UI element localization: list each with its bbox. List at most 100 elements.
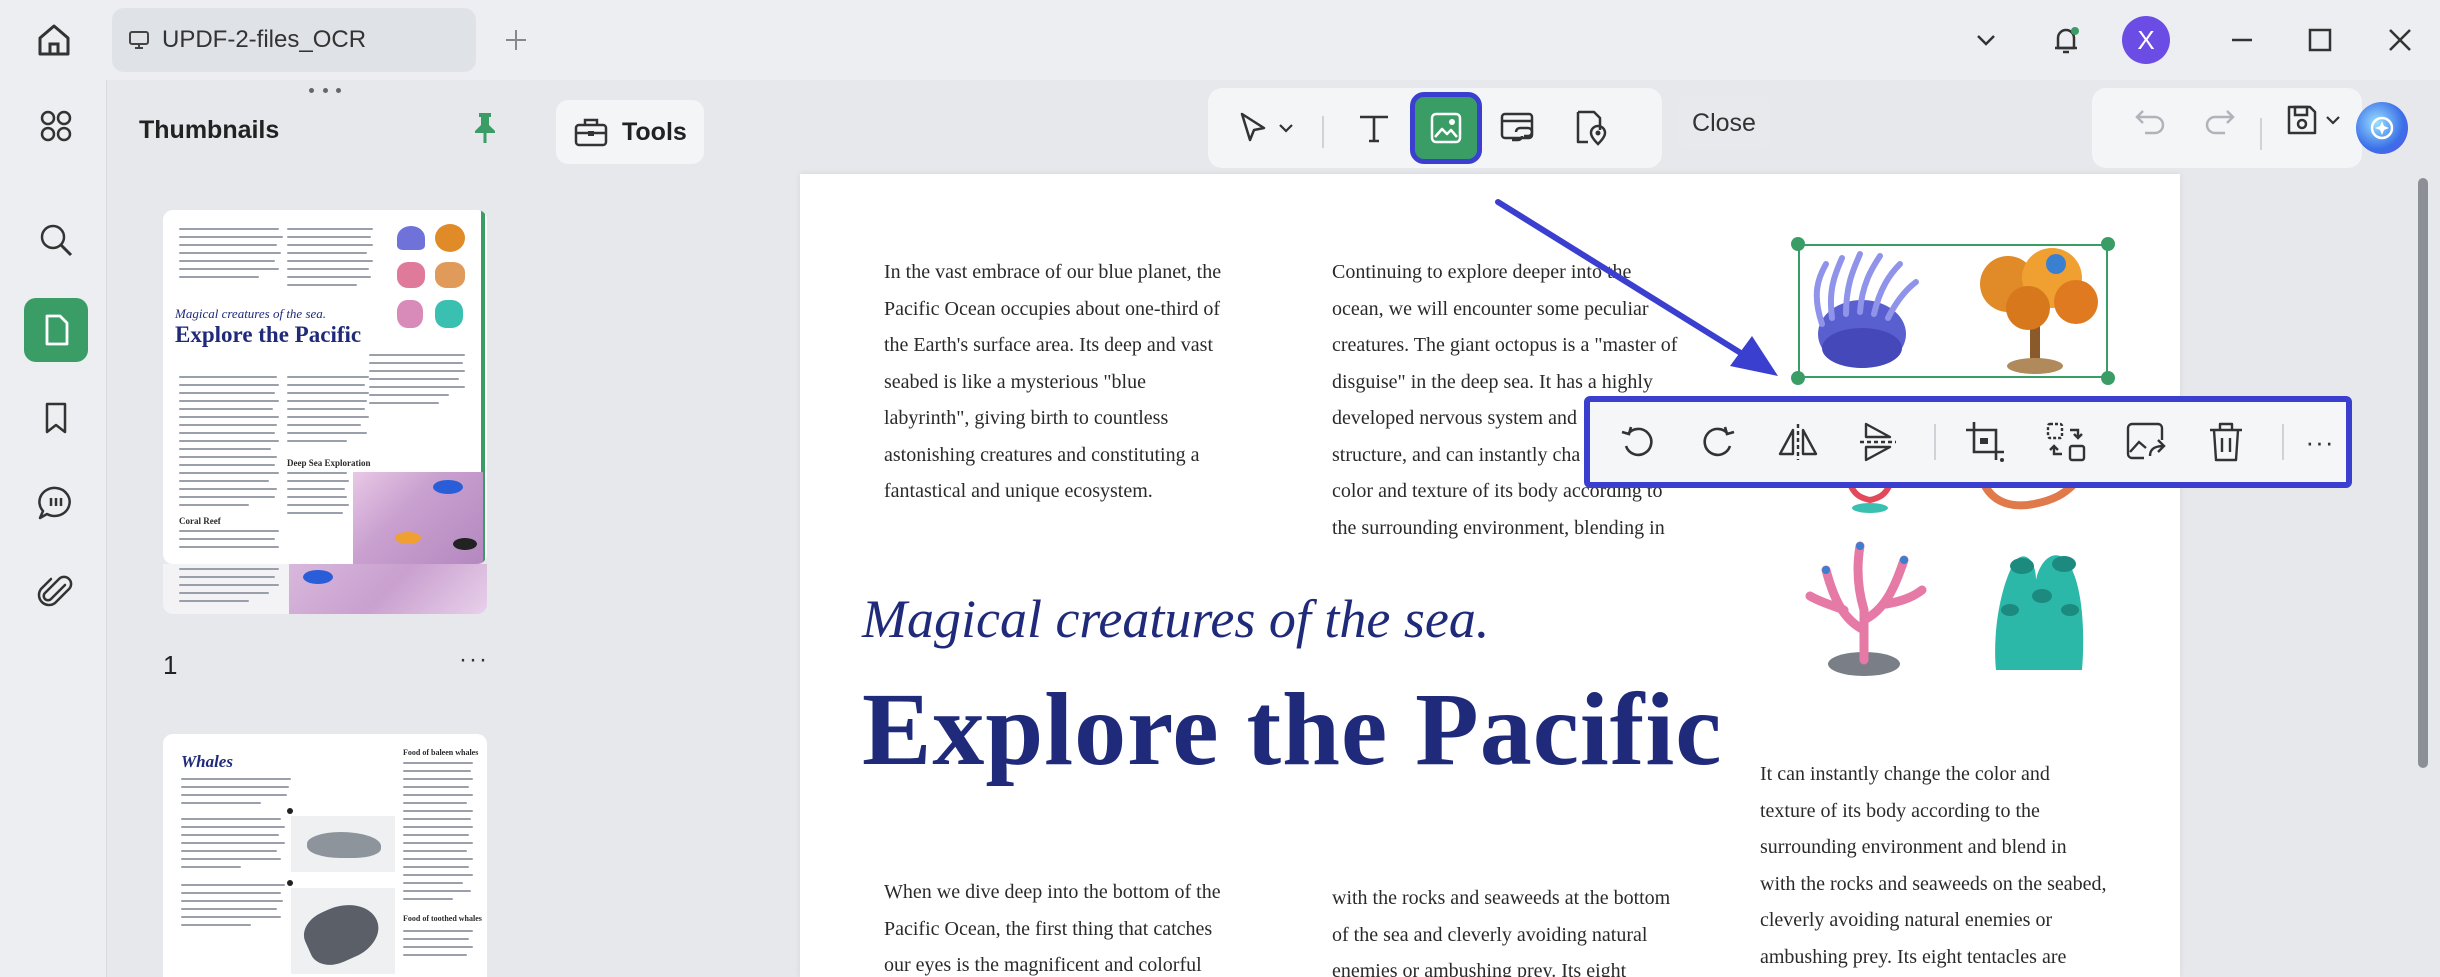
cursor-icon	[1240, 112, 1266, 142]
notifications-button[interactable]	[2042, 16, 2090, 64]
pin-icon	[475, 113, 495, 143]
coral-image-pink[interactable]	[1800, 540, 1930, 680]
column-2-paragraph-2: with the rocks and seaweeds at the botto…	[1332, 887, 1671, 977]
chevron-down-icon	[1977, 35, 1995, 46]
maximize-icon	[2308, 28, 2332, 52]
column-3-paragraph: It can instantly change the color and te…	[1760, 763, 2107, 968]
toolbox-icon	[574, 118, 608, 147]
search-icon	[40, 224, 73, 257]
close-icon	[2389, 29, 2411, 51]
image-icon	[1430, 112, 1462, 144]
red-coral-icon	[1847, 482, 1893, 513]
add-image-button[interactable]	[1410, 92, 1482, 164]
resize-handle-top-left[interactable]	[1791, 237, 1805, 251]
title-bar: UPDF-2-files_OCR X	[0, 0, 2440, 80]
flip-horizontal-icon	[1778, 424, 1818, 460]
maximize-button[interactable]	[2296, 16, 2344, 64]
user-avatar[interactable]: X	[2122, 16, 2170, 64]
rail-comments[interactable]	[24, 472, 88, 536]
vertical-scrollbar[interactable]	[2418, 178, 2428, 768]
document-tab[interactable]: UPDF-2-files_OCR	[112, 8, 476, 72]
comment-icon	[38, 486, 71, 520]
pin-panel-button[interactable]	[465, 108, 505, 148]
close-edit-button[interactable]: Close	[1678, 96, 1770, 150]
image-selection-box[interactable]	[1798, 244, 2108, 378]
close-window-button[interactable]	[2376, 16, 2424, 64]
crop-button[interactable]	[1960, 416, 2012, 468]
rail-apps[interactable]	[24, 94, 88, 158]
document-tab-title: UPDF-2-files_OCR	[162, 26, 367, 53]
page-thumbnail-1-bottom	[163, 564, 487, 614]
pink-coral-icon	[1805, 541, 1927, 676]
thumb-coral-photo	[353, 472, 483, 564]
apps-icon	[40, 110, 72, 142]
left-rail	[0, 80, 106, 977]
thumb-subheading-1: Deep Sea Exploration	[287, 458, 371, 468]
chevron-down-icon	[1279, 124, 1293, 133]
thumb-subheading-2: Coral Reef	[179, 516, 221, 526]
flip-vertical-button[interactable]	[1852, 416, 1904, 468]
ai-assistant-button[interactable]	[2356, 102, 2408, 154]
coral-image-orange-partial[interactable]	[1964, 481, 2084, 514]
extract-image-button[interactable]	[2120, 416, 2172, 468]
rail-bookmarks[interactable]	[24, 386, 88, 450]
thumb2-subheading-2: Food of toothed whales	[403, 914, 482, 923]
thumb2-whale-photo-2	[291, 888, 395, 974]
rail-pages[interactable]	[24, 298, 88, 362]
minimize-button[interactable]	[2218, 16, 2266, 64]
resize-handle-top-right[interactable]	[2101, 237, 2115, 251]
undo-button[interactable]	[2126, 96, 2174, 144]
flip-vertical-icon	[1860, 422, 1896, 462]
resize-handle-bottom-left[interactable]	[1791, 371, 1805, 385]
thumb2-heading: Whales	[181, 752, 233, 771]
monitor-icon	[129, 31, 149, 49]
column-1-paragraph-2: When we dive deep into the bottom of the…	[884, 881, 1221, 976]
add-stamp-button[interactable]	[1558, 96, 1622, 160]
rotate-left-button[interactable]	[1612, 416, 1664, 468]
thumb-heading: Explore the Pacific	[175, 322, 362, 347]
crop-icon	[1966, 422, 2004, 462]
tab-list-dropdown[interactable]	[1962, 16, 2010, 64]
bell-icon	[2055, 27, 2079, 54]
page-thumbnail-2[interactable]: Whales Food of baleen whales Food of too…	[163, 734, 487, 977]
save-options-dropdown[interactable]	[2318, 96, 2348, 144]
thumbnails-title: Thumbnails	[139, 116, 280, 144]
tools-button[interactable]: Tools	[556, 100, 704, 164]
new-tab-button[interactable]	[496, 20, 536, 60]
flip-horizontal-button[interactable]	[1772, 416, 1824, 468]
home-button[interactable]	[30, 16, 78, 64]
coral-image-red-partial[interactable]	[1840, 482, 1900, 514]
panel-resize-grip[interactable]	[309, 88, 341, 94]
more-image-options-button[interactable]: ···	[2294, 416, 2346, 468]
add-link-button[interactable]	[1486, 96, 1550, 160]
plus-icon	[506, 30, 526, 50]
teal-coral-icon	[1995, 555, 2084, 670]
ai-assistant-icon	[2370, 116, 2394, 140]
rail-attachments[interactable]	[24, 560, 88, 624]
attachment-icon	[37, 575, 73, 607]
delete-icon	[2210, 422, 2242, 462]
page-thumbnail-1[interactable]: Magical creatures of the sea. Explore th…	[163, 210, 487, 564]
save-icon	[2287, 105, 2317, 135]
replace-image-button[interactable]	[2040, 416, 2092, 468]
extract-icon	[2126, 422, 2166, 460]
rotate-right-button[interactable]	[1692, 416, 1744, 468]
rotate-right-icon	[1703, 426, 1735, 457]
tools-label: Tools	[622, 117, 687, 146]
redo-icon	[2205, 110, 2235, 135]
italic-subtitle: Magical creatures of the sea.	[862, 589, 1490, 649]
main-title: Explore the Pacific	[862, 672, 1723, 787]
redo-button[interactable]	[2196, 96, 2244, 144]
minimize-icon	[2232, 38, 2252, 42]
coral-image-teal[interactable]	[1976, 540, 2106, 680]
thumbnail-more-button[interactable]: ···	[459, 646, 489, 674]
thumbnails-panel: Thumbnails Magical creatures of the sea.…	[106, 80, 542, 977]
resize-handle-bottom-right[interactable]	[2101, 371, 2115, 385]
rotate-left-icon	[1621, 426, 1653, 457]
rail-search[interactable]	[24, 208, 88, 272]
replace-icon	[2046, 422, 2086, 462]
delete-image-button[interactable]	[2200, 416, 2252, 468]
select-tool-dropdown[interactable]	[1272, 96, 1300, 160]
add-text-button[interactable]	[1342, 96, 1406, 160]
chevron-down-icon	[2326, 116, 2340, 125]
